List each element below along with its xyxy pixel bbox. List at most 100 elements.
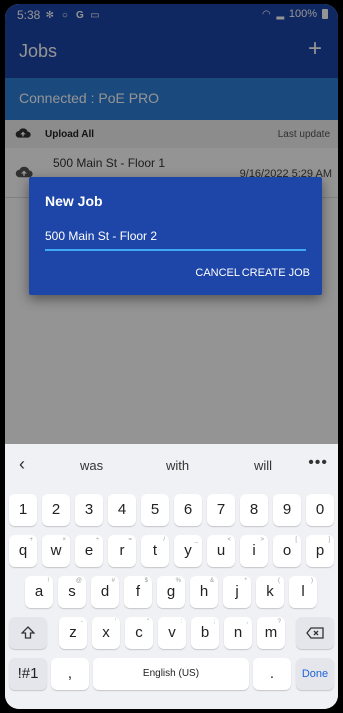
shift-icon <box>20 626 36 639</box>
key-z-label: z <box>69 624 77 641</box>
key-k-alt: ( <box>278 578 280 584</box>
key-l-label: l <box>301 583 305 600</box>
key-0[interactable]: 0 <box>306 494 334 526</box>
key-h[interactable]: h & <box>190 576 218 608</box>
key-b-label: b <box>200 624 210 641</box>
key-v-alt: : <box>180 619 182 625</box>
key-d-label: d <box>100 583 110 600</box>
key-c-label: c <box>135 624 143 641</box>
key-5[interactable]: 5 <box>141 494 169 526</box>
key-o-label: o <box>282 542 292 559</box>
key-r[interactable]: r = <box>108 535 136 567</box>
key-b-alt: ; <box>213 619 215 625</box>
key-p[interactable]: p] <box>306 535 334 567</box>
key-o[interactable]: o[ <box>273 535 301 567</box>
key-z[interactable]: z- <box>59 617 87 649</box>
key-a[interactable]: a! <box>25 576 53 608</box>
job-name-input[interactable] <box>45 227 306 251</box>
key-2[interactable]: 2 <box>42 494 70 526</box>
more-options-icon[interactable]: ••• <box>308 454 328 472</box>
key-k[interactable]: k( <box>256 576 284 608</box>
key-3-label: 3 <box>84 501 94 518</box>
key-m-alt: ? <box>277 619 281 625</box>
key-6-label: 6 <box>183 501 193 518</box>
key-c[interactable]: c " <box>125 617 153 649</box>
suggestion-1[interactable]: was <box>80 458 103 473</box>
done-key-label: Done <box>301 668 329 680</box>
space-key[interactable]: English (US) <box>93 658 249 690</box>
key-e[interactable]: e ÷ <box>75 535 103 567</box>
key-m-label: m <box>264 624 278 641</box>
shift-key[interactable] <box>9 617 47 649</box>
key-g-alt: % <box>175 578 181 584</box>
key-n[interactable]: n, <box>224 617 252 649</box>
key-d[interactable]: d # <box>91 576 119 608</box>
key-f[interactable]: f $ <box>124 576 152 608</box>
key-j-alt: * <box>244 578 247 584</box>
key-4[interactable]: 4 <box>108 494 136 526</box>
key-x-alt: ' <box>114 619 116 625</box>
key-b[interactable]: b; <box>191 617 219 649</box>
key-i-alt: > <box>260 537 264 543</box>
new-job-dialog: New Job CANCEL CREATE JOB <box>29 177 322 295</box>
key-t[interactable]: t / <box>141 535 169 567</box>
key-a-alt: ! <box>47 578 49 584</box>
symbols-key[interactable]: !#1 <box>9 658 47 690</box>
key-7-label: 7 <box>216 501 226 518</box>
cancel-button[interactable]: CANCEL <box>195 267 240 279</box>
backspace-key[interactable] <box>296 617 334 649</box>
key-w[interactable]: w × <box>42 535 70 567</box>
key-1[interactable]: 1 <box>9 494 37 526</box>
key-c-alt: " <box>146 619 149 625</box>
space-key-label: English (US) <box>142 668 200 679</box>
suggestion-3[interactable]: will <box>254 458 272 473</box>
key-h-alt: & <box>209 578 214 584</box>
key-f-alt: $ <box>144 578 148 584</box>
key-s[interactable]: s @ <box>58 576 86 608</box>
chevron-left-icon[interactable]: ‹ <box>19 454 25 475</box>
key-p-alt: ] <box>328 537 330 543</box>
key-e-label: e <box>84 542 94 559</box>
period-key[interactable]: . <box>253 658 291 690</box>
comma-key[interactable]: , <box>51 658 89 690</box>
key-i-label: i <box>252 542 256 559</box>
key-i[interactable]: i > <box>240 535 268 567</box>
suggestion-2[interactable]: with <box>166 458 189 473</box>
key-g-label: g <box>166 583 176 600</box>
comma-key-label: , <box>67 665 73 682</box>
key-j-label: j <box>235 583 239 600</box>
key-8[interactable]: 8 <box>240 494 268 526</box>
key-w-label: w <box>50 542 62 559</box>
keyboard: ‹ was with will ••• 1 q + 2 w × 3 e ÷ 4 r = 5 t/6 y _ 7 u… <box>5 444 338 709</box>
key-k-label: k <box>266 583 274 600</box>
create-job-button[interactable]: CREATE JOB <box>242 267 310 279</box>
key-u[interactable]: u < <box>207 535 235 567</box>
key-l[interactable]: l) <box>289 576 317 608</box>
key-7[interactable]: 7 <box>207 494 235 526</box>
key-2-label: 2 <box>51 501 61 518</box>
backspace-icon <box>306 627 324 639</box>
key-y-alt: _ <box>194 537 198 543</box>
key-g[interactable]: g% <box>157 576 185 608</box>
key-9[interactable]: 9 <box>273 494 301 526</box>
key-x-label: x <box>102 624 110 641</box>
key-q[interactable]: q + <box>9 535 37 567</box>
key-f-label: f <box>135 583 141 600</box>
done-key[interactable]: Done <box>296 658 334 690</box>
key-x[interactable]: x ' <box>92 617 120 649</box>
key-v[interactable]: v: <box>158 617 186 649</box>
key-j[interactable]: j * <box>223 576 251 608</box>
key-n-alt: , <box>246 619 248 625</box>
key-0-label: 0 <box>315 501 325 518</box>
key-h-label: h <box>199 583 209 600</box>
key-m[interactable]: m? <box>257 617 285 649</box>
key-z-alt: - <box>81 619 83 625</box>
key-s-label: s <box>68 583 76 600</box>
key-6[interactable]: 6 <box>174 494 202 526</box>
key-q-alt: + <box>29 537 33 543</box>
key-3[interactable]: 3 <box>75 494 103 526</box>
key-d-alt: # <box>111 578 115 584</box>
key-y[interactable]: y _ <box>174 535 202 567</box>
key-4-label: 4 <box>117 501 127 518</box>
key-v-label: v <box>168 624 176 641</box>
